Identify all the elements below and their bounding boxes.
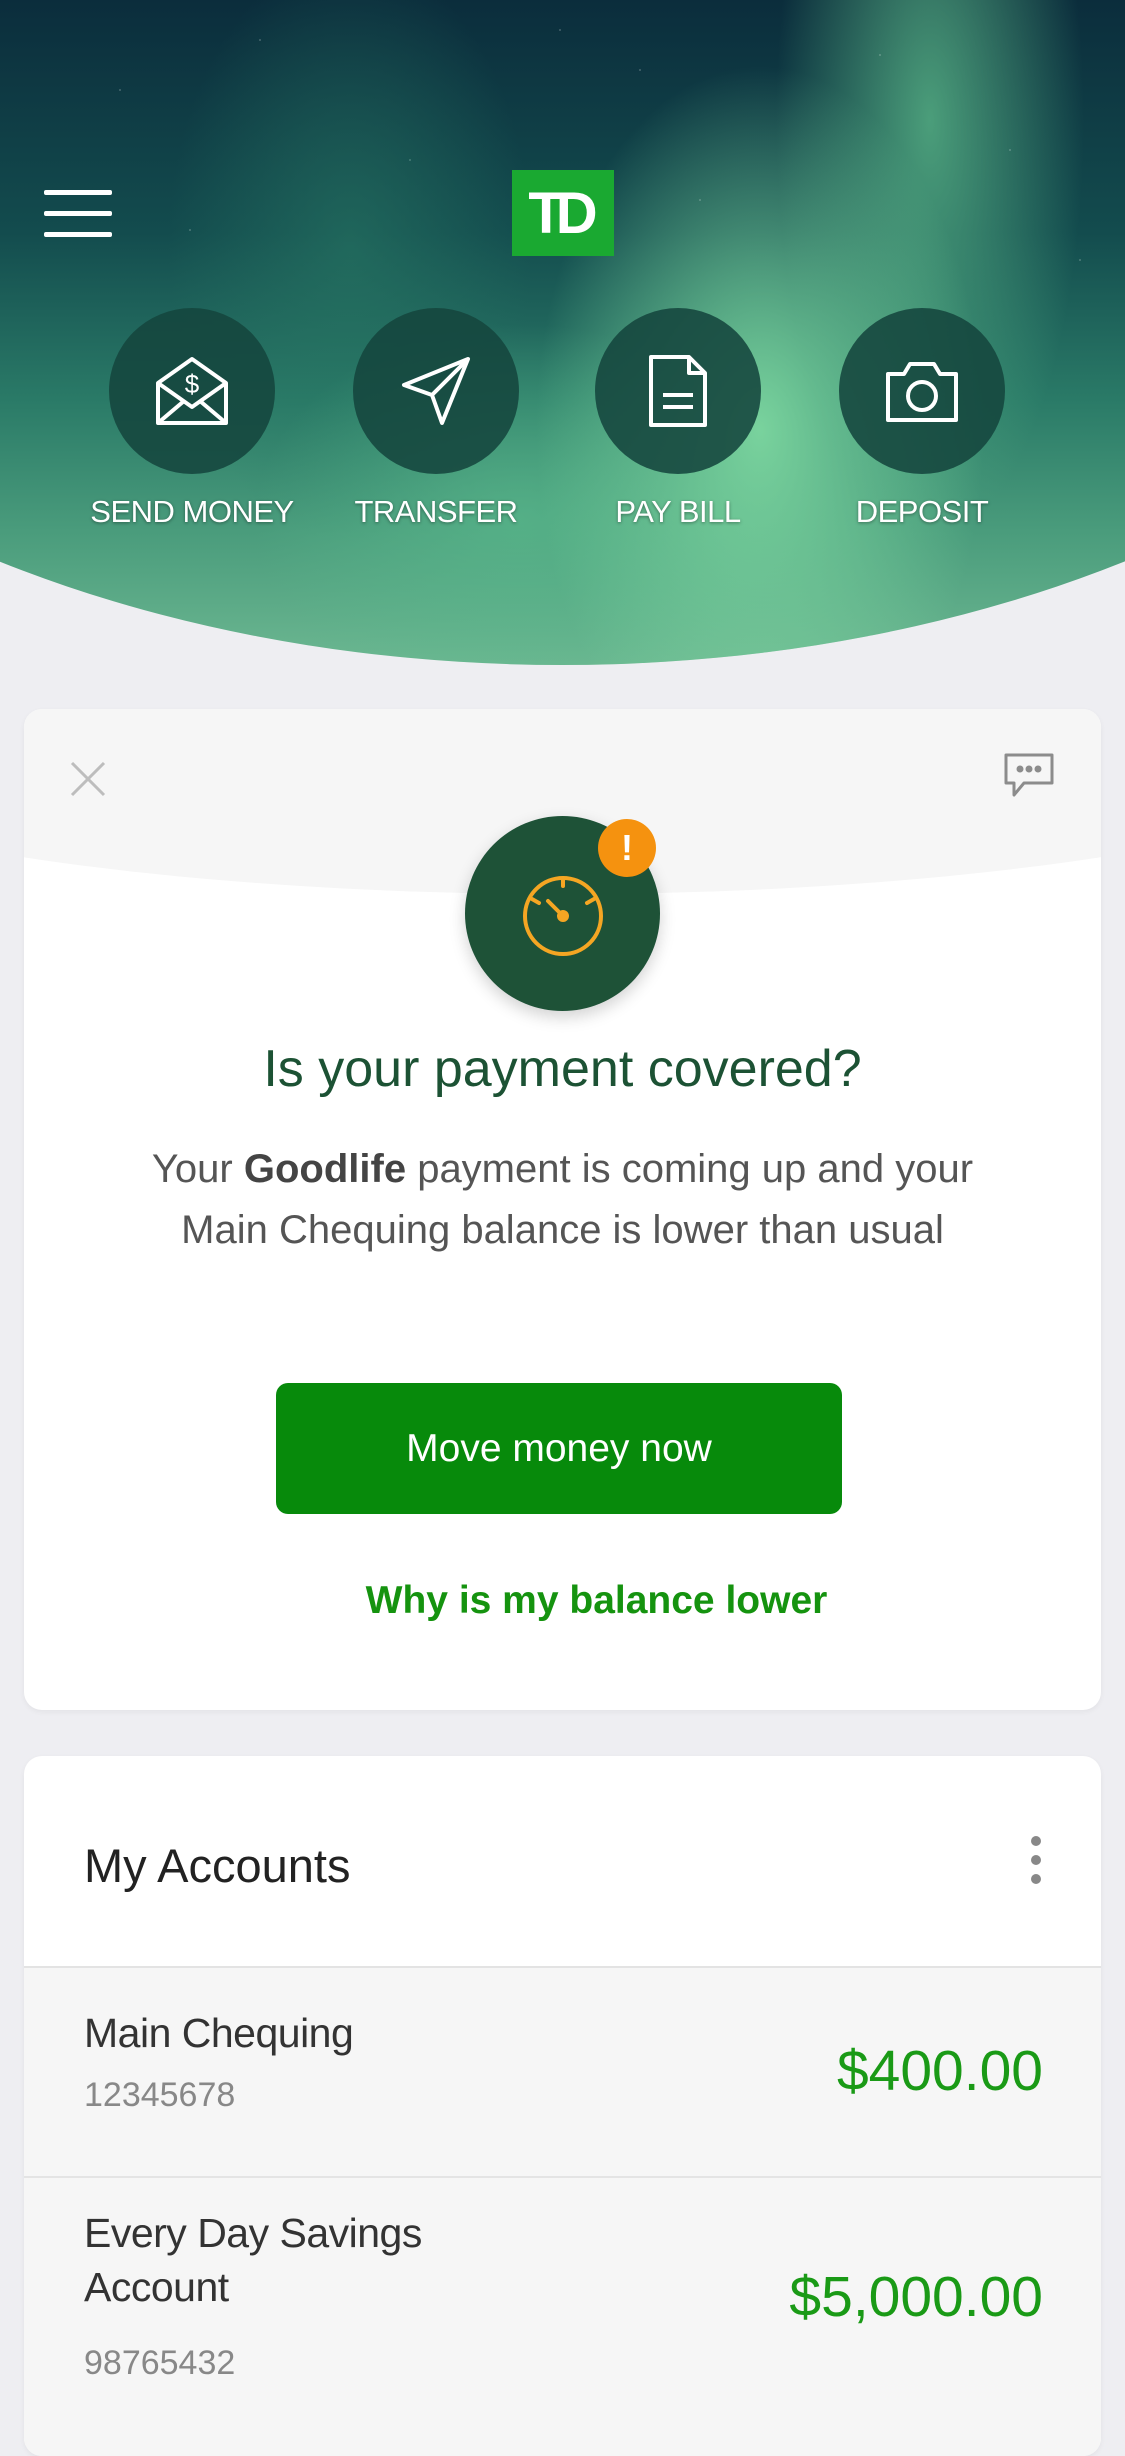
alert-message: Your Goodlife payment is coming up and y…	[114, 1139, 1011, 1261]
account-number: 98765432	[84, 2344, 236, 2382]
account-balance: $400.00	[836, 2039, 1043, 2103]
account-row-main-chequing[interactable]: Main Chequing 12345678 $400.00	[24, 1968, 1101, 2178]
move-money-button[interactable]: Move money now	[276, 1383, 842, 1514]
why-balance-lower-link[interactable]: Why is my balance lower	[24, 1579, 1101, 1623]
pay-bill-label: PAY BILL	[615, 494, 741, 529]
hamburger-menu-icon[interactable]	[44, 190, 112, 240]
pay-bill-button[interactable]: PAY BILL	[558, 308, 798, 530]
document-icon	[595, 308, 761, 474]
alert-payee: Goodlife	[243, 1147, 407, 1191]
deposit-button[interactable]: DEPOSIT	[802, 308, 1042, 530]
transfer-label: TRANSFER	[354, 494, 518, 529]
account-row-savings[interactable]: Every Day Savings Account 98765432 $5,00…	[24, 2178, 1101, 2456]
warning-badge: !	[598, 819, 656, 877]
send-money-button[interactable]: $ SEND MONEY	[72, 308, 312, 530]
logo-text: TD	[528, 180, 597, 246]
account-number: 12345678	[84, 2076, 236, 2114]
account-balance: $5,000.00	[789, 2265, 1043, 2329]
paper-plane-icon	[353, 308, 519, 474]
camera-icon	[839, 308, 1005, 474]
send-money-label: SEND MONEY	[90, 494, 294, 529]
transfer-button[interactable]: TRANSFER	[316, 308, 556, 530]
alert-title: Is your payment covered?	[263, 1040, 862, 1098]
td-logo: TD	[512, 170, 614, 256]
my-accounts-card: My Accounts Main Chequing 12345678 $400.…	[24, 1756, 1101, 2456]
deposit-label: DEPOSIT	[855, 494, 989, 529]
envelope-dollar-icon: $	[109, 308, 275, 474]
accounts-title: My Accounts	[84, 1839, 351, 1892]
chat-feedback-icon[interactable]	[1002, 751, 1056, 801]
alert-body-prefix: Your	[151, 1147, 244, 1191]
accounts-header: My Accounts	[24, 1756, 1101, 1968]
svg-text:$: $	[185, 369, 200, 399]
more-options-icon[interactable]	[1026, 1836, 1046, 1892]
payment-alert-card: ! Is your payment covered? Your Goodlife…	[24, 709, 1101, 1710]
account-name: Every Day Savings Account	[84, 2210, 422, 2310]
close-icon[interactable]	[66, 757, 110, 801]
account-name: Main Chequing	[84, 2010, 354, 2056]
